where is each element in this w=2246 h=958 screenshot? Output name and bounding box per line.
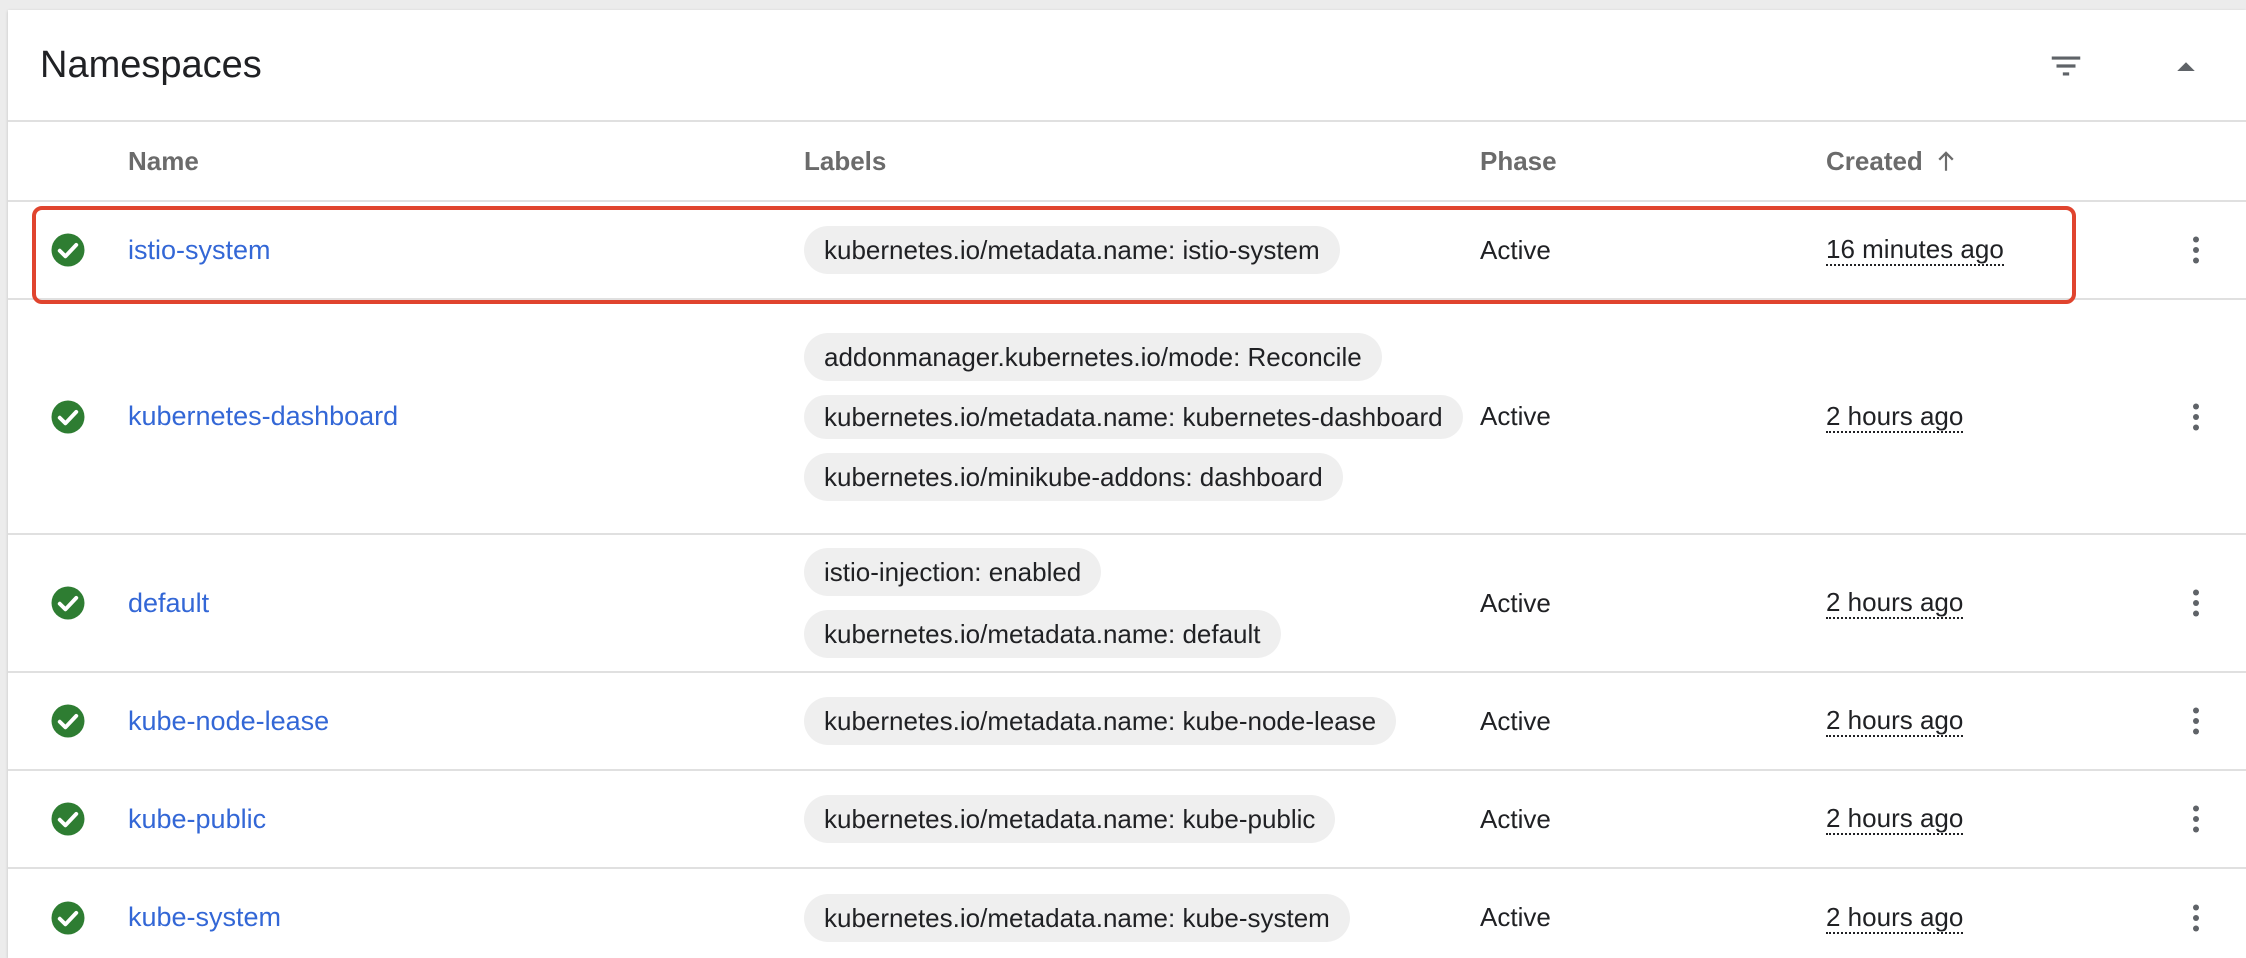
created-cell: 16 minutes ago xyxy=(1826,202,2004,298)
name-cell: kubernetes-dashboard xyxy=(128,300,768,533)
created-time[interactable]: 2 hours ago xyxy=(1826,902,1964,934)
phase-cell: Active xyxy=(1480,234,1551,265)
row-menu-button[interactable] xyxy=(2166,673,2226,769)
labels-cell: kubernetes.io/metadata.name: kube-public xyxy=(804,771,1484,867)
created-cell: 2 hours ago xyxy=(1826,300,1964,533)
column-header-created-label: Created xyxy=(1826,145,1923,176)
card-header: Namespaces xyxy=(8,10,2246,122)
chevron-up-icon xyxy=(2177,62,2195,71)
status-cell xyxy=(38,300,98,533)
more-vert-icon xyxy=(2193,236,2199,264)
created-cell: 2 hours ago xyxy=(1826,771,1964,867)
namespace-link[interactable]: default xyxy=(128,588,209,619)
name-cell: istio-system xyxy=(128,202,768,298)
column-header-labels: Labels xyxy=(804,145,887,176)
phase-cell: Active xyxy=(1480,705,1551,736)
collapse-button[interactable] xyxy=(2156,36,2216,96)
check-circle-icon xyxy=(51,802,85,836)
page-title: Namespaces xyxy=(40,44,262,86)
phase-cell: Active xyxy=(1480,587,1551,618)
label-chip: kubernetes.io/minikube-addons: dashboard xyxy=(804,452,1343,501)
phase-cell: Active xyxy=(1480,803,1551,834)
status-cell xyxy=(38,869,98,958)
check-circle-icon xyxy=(51,233,85,267)
created-time[interactable]: 2 hours ago xyxy=(1826,401,1964,433)
labels-cell: kubernetes.io/metadata.name: kube-system xyxy=(804,869,1484,958)
column-header-phase: Phase xyxy=(1480,145,1557,176)
column-header-name: Name xyxy=(128,145,199,176)
check-circle-icon xyxy=(51,901,85,934)
label-chip: addonmanager.kubernetes.io/mode: Reconci… xyxy=(804,332,1382,381)
created-cell: 2 hours ago xyxy=(1826,535,1964,671)
namespace-link[interactable]: kubernetes-dashboard xyxy=(128,401,398,432)
labels-cell: istio-injection: enabled kubernetes.io/me… xyxy=(804,535,1484,671)
more-vert-icon xyxy=(2193,707,2199,735)
phase-cell: Active xyxy=(1480,401,1551,431)
filter-list-icon xyxy=(2051,56,2081,76)
more-vert-icon xyxy=(2193,403,2199,430)
more-vert-icon xyxy=(2193,904,2199,931)
namespaces-card: Namespaces Name Labels Phase Created ist… xyxy=(8,10,2246,958)
label-chip: kubernetes.io/metadata.name: kubernetes-… xyxy=(804,394,1463,439)
label-chip: kubernetes.io/metadata.name: kube-node-l… xyxy=(804,697,1397,745)
check-circle-icon xyxy=(51,400,85,433)
table-row: istio-system kubernetes.io/metadata.name:… xyxy=(8,202,2246,300)
namespace-link[interactable]: istio-system xyxy=(128,235,271,266)
created-time[interactable]: 16 minutes ago xyxy=(1826,234,2004,266)
label-chip: kubernetes.io/metadata.name: kube-system xyxy=(804,893,1350,942)
label-chip: kubernetes.io/metadata.name: kube-public xyxy=(804,795,1336,843)
labels-cell: kubernetes.io/metadata.name: kube-node-l… xyxy=(804,673,1484,769)
arrow-up-icon xyxy=(1938,151,1954,171)
filter-button[interactable] xyxy=(2036,36,2096,96)
name-cell: kube-system xyxy=(128,869,768,958)
created-time[interactable]: 2 hours ago xyxy=(1826,803,1964,835)
status-cell xyxy=(38,202,98,298)
created-time[interactable]: 2 hours ago xyxy=(1826,705,1964,737)
name-cell: kube-node-lease xyxy=(128,673,768,769)
status-cell xyxy=(38,535,98,671)
phase-cell: Active xyxy=(1480,902,1551,932)
status-cell xyxy=(38,673,98,769)
table-row: kube-node-lease kubernetes.io/metadata.na… xyxy=(8,673,2246,771)
label-chip: kubernetes.io/metadata.name: default xyxy=(804,610,1281,658)
name-cell: kube-public xyxy=(128,771,768,867)
row-menu-button[interactable] xyxy=(2166,869,2226,958)
name-cell: default xyxy=(128,535,768,671)
table-row: kube-system kubernetes.io/metadata.name: … xyxy=(8,869,2246,958)
row-menu-button[interactable] xyxy=(2166,535,2226,671)
labels-cell: addonmanager.kubernetes.io/mode: Reconci… xyxy=(804,300,1484,533)
table-row: default istio-injection: enabled kubernete… xyxy=(8,535,2246,673)
table-row: kubernetes-dashboard addonmanager.kuberne… xyxy=(8,300,2246,535)
table-row: kube-public kubernetes.io/metadata.name: … xyxy=(8,771,2246,869)
column-header-created[interactable]: Created xyxy=(1826,122,1959,200)
labels-cell: kubernetes.io/metadata.name: istio-syste… xyxy=(804,202,1484,298)
label-chip: istio-injection: enabled xyxy=(804,548,1102,596)
check-circle-icon xyxy=(51,704,85,738)
created-cell: 2 hours ago xyxy=(1826,673,1964,769)
more-vert-icon xyxy=(2193,589,2199,617)
created-time[interactable]: 2 hours ago xyxy=(1826,587,1964,619)
more-vert-icon xyxy=(2193,805,2199,833)
row-menu-button[interactable] xyxy=(2166,202,2226,298)
table-header: Name Labels Phase Created xyxy=(8,122,2246,202)
status-cell xyxy=(38,771,98,867)
row-menu-button[interactable] xyxy=(2166,300,2226,533)
row-menu-button[interactable] xyxy=(2166,771,2226,867)
check-circle-icon xyxy=(51,586,85,620)
created-cell: 2 hours ago xyxy=(1826,869,1964,958)
namespace-link[interactable]: kube-system xyxy=(128,902,281,933)
namespace-link[interactable]: kube-node-lease xyxy=(128,706,329,737)
namespace-link[interactable]: kube-public xyxy=(128,804,266,835)
label-chip: kubernetes.io/metadata.name: istio-syste… xyxy=(804,226,1340,274)
